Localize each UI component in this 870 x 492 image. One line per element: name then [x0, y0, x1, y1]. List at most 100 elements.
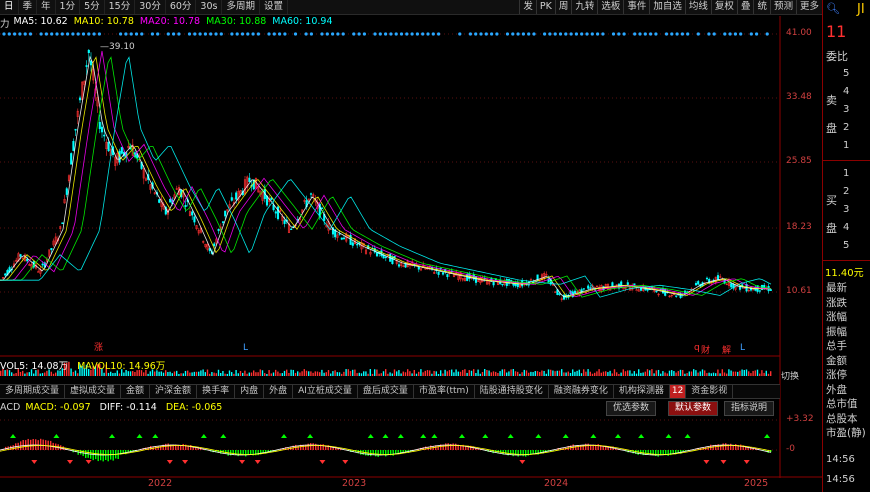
macd-bar	[182, 443, 184, 450]
volume-bar	[398, 370, 400, 376]
volume-bar	[301, 371, 303, 376]
signal-dot	[532, 32, 536, 36]
signal-dot	[622, 32, 626, 36]
volume-bar	[239, 371, 242, 376]
signal-arrow	[665, 434, 672, 438]
volume-bar	[162, 372, 165, 376]
vol-switch[interactable]: 切换	[781, 369, 799, 382]
quote-stat-3: 振幅	[826, 325, 847, 338]
candle-body	[391, 256, 394, 264]
indicator-tab-5[interactable]: 内盘	[235, 385, 265, 398]
indicator-tab-2[interactable]: 金额	[121, 385, 151, 398]
indicator-tab-0[interactable]: 多周期成交量	[0, 385, 66, 398]
candle-body	[589, 287, 592, 289]
signal-dot	[415, 32, 419, 36]
volume-bar	[404, 372, 407, 376]
candle-body	[169, 198, 172, 203]
indicator-tab-10[interactable]: 陆股通持股变化	[475, 385, 549, 398]
macd-bar	[97, 450, 99, 462]
volume-bar	[770, 371, 772, 376]
indicator-tab-4[interactable]: 换手率	[197, 385, 236, 398]
signal-dot	[92, 32, 96, 36]
marker-l1[interactable]: L	[243, 343, 248, 353]
signal-arrow	[166, 460, 173, 464]
volume-bar	[525, 370, 528, 376]
volume-bar	[481, 372, 484, 376]
kline-chart[interactable]	[0, 0, 822, 492]
indicator-tab-11[interactable]: 融资融券变化	[549, 385, 614, 398]
signal-dot	[399, 32, 404, 36]
volume-bar	[297, 371, 299, 376]
marker-q[interactable]: q	[694, 343, 700, 353]
signal-dot	[331, 32, 335, 36]
indicator-tab-13[interactable]: 资金影视	[686, 385, 734, 398]
macd-bar	[332, 447, 334, 450]
volume-bar	[204, 372, 206, 376]
candle-body	[193, 216, 196, 223]
indicator-tab-9[interactable]: 市盈率(ttm)	[414, 385, 475, 398]
volume-bar	[572, 369, 574, 376]
candle-body	[235, 192, 238, 200]
volume-bar	[112, 373, 114, 376]
marker-l2[interactable]: L	[740, 343, 745, 353]
marker-zhang[interactable]: 涨	[94, 340, 103, 353]
default-params-button[interactable]: 默认参数	[668, 401, 719, 416]
signal-dot	[723, 32, 727, 36]
candle-body	[270, 197, 273, 200]
volume-bar	[444, 369, 446, 376]
signal-dot	[373, 32, 377, 36]
macd-bar	[452, 443, 454, 450]
volume-bar	[554, 371, 556, 376]
volume-bar	[745, 369, 748, 376]
indicator-tab-7[interactable]: AI立桩成交量	[293, 385, 358, 398]
signal-dot	[405, 32, 409, 36]
signal-dot	[516, 32, 520, 36]
indicator-help-button[interactable]: 指标说明	[724, 401, 775, 416]
marker-cai[interactable]: 财	[701, 343, 710, 356]
signal-arrow	[307, 434, 314, 438]
signal-dot	[44, 32, 49, 36]
quote-stat-0: 最新	[826, 282, 847, 294]
candle-body	[158, 199, 161, 203]
signal-dot	[278, 32, 282, 36]
indicator-tab-6[interactable]: 外盘	[264, 385, 294, 398]
volume-bar	[723, 372, 726, 376]
macd-bar	[102, 450, 104, 462]
signal-dot	[50, 32, 54, 36]
indicator-tab-3[interactable]: 沪深金额	[150, 385, 198, 398]
volume-bar	[77, 373, 79, 376]
marker-jie[interactable]: 解	[722, 343, 731, 356]
volume-bar	[642, 372, 644, 376]
volume-bar	[422, 372, 424, 376]
candle-body	[758, 290, 761, 292]
optimal-params-button[interactable]: 优选参数	[606, 401, 657, 416]
volume-bar	[629, 370, 631, 376]
volume-bar	[270, 373, 272, 376]
volume-bar	[528, 372, 530, 376]
volume-bar	[767, 373, 770, 376]
volume-bar	[160, 371, 162, 376]
macd-bar	[725, 443, 727, 450]
volume-bar	[420, 369, 422, 376]
signal-dot	[325, 32, 329, 36]
indicator-tab-1[interactable]: 虚拟成交量	[65, 385, 122, 398]
volume-bar	[242, 372, 244, 376]
volume-bar	[206, 369, 209, 376]
volume-bar	[688, 371, 690, 376]
volume-bar	[211, 372, 213, 376]
signal-arrow	[703, 460, 710, 464]
signal-dot	[357, 32, 361, 36]
candle-body	[626, 282, 629, 285]
volume-bar	[363, 371, 365, 376]
candle-body	[675, 295, 678, 297]
candle-body	[655, 290, 658, 293]
macd-bar	[45, 440, 47, 450]
signal-arrow	[152, 434, 159, 438]
volume-bar	[468, 370, 470, 376]
macd-bar	[42, 439, 44, 450]
volume-bar	[488, 370, 490, 376]
indicator-tab-8[interactable]: 盘后成交量	[358, 385, 414, 398]
indicator-tab-12[interactable]: 机构探测器	[614, 385, 670, 398]
volume-bar	[653, 373, 655, 376]
signal-dot	[320, 32, 324, 36]
